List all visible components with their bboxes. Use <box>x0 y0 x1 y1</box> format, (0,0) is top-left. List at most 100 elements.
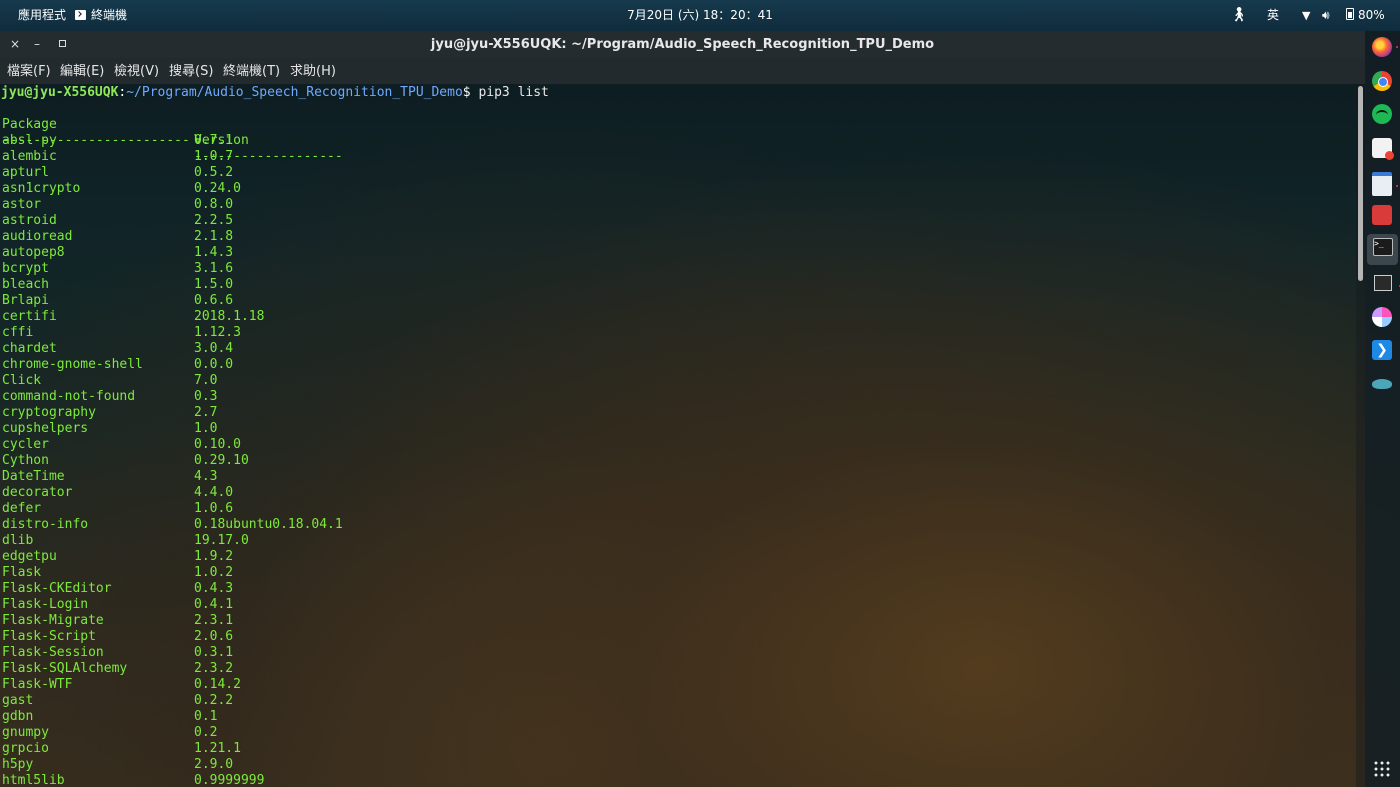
package-version: 4.3 <box>194 469 218 484</box>
package-version: 7.0 <box>194 373 218 388</box>
chrome-icon[interactable] <box>1372 71 1392 91</box>
package-name: astor <box>2 197 42 212</box>
package-version: 1.0.7 <box>194 149 234 164</box>
package-name: grpcio <box>2 741 49 756</box>
prompt-line: jyu@jyu-X556UQK:~/Program/Audio_Speech_R… <box>1 85 549 101</box>
package-name: cupshelpers <box>2 421 89 436</box>
package-version: 0.2 <box>194 725 218 740</box>
package-name: Flask-Migrate <box>2 613 104 628</box>
menu-help[interactable]: 求助(H) <box>290 58 336 85</box>
battery-indicator[interactable]: 80% <box>1346 0 1385 31</box>
package-name: Flask-Session <box>2 645 104 660</box>
table-header: Package Version <box>1 101 249 148</box>
menu-edit[interactable]: 編輯(E) <box>60 58 104 85</box>
package-version: 0.29.10 <box>194 453 249 468</box>
menu-view[interactable]: 檢視(V) <box>114 58 159 85</box>
toolbox-icon[interactable] <box>1372 205 1392 225</box>
running-indicator <box>1396 46 1398 48</box>
package-version: 3.1.6 <box>194 261 234 276</box>
firefox-icon[interactable] <box>1372 37 1398 57</box>
package-name: cffi <box>2 325 34 340</box>
top-panel: 應用程式 終端機 7月20日 (六) 18：20：41 🚶︎ 英 ▼ 🔊︎ 80… <box>0 0 1400 31</box>
package-version: 2.2.5 <box>194 213 234 228</box>
app-grid-icon[interactable] <box>1373 760 1391 778</box>
package-version: 0.1 <box>194 709 218 724</box>
terminal-scrollbar[interactable] <box>1356 84 1365 787</box>
files-icon[interactable] <box>1372 172 1398 196</box>
package-version: 1.5.0 <box>194 277 234 292</box>
prompt-path: ~/Program/Audio_Speech_Recognition_TPU_D… <box>126 85 463 100</box>
package-name: Flask-SQLAlchemy <box>2 661 128 676</box>
dock: >_ ❯ <box>1365 31 1400 787</box>
package-version: 3.0.4 <box>194 341 234 356</box>
terminal-output[interactable]: jyu@jyu-X556UQK:~/Program/Audio_Speech_R… <box>0 84 1356 787</box>
package-name: distro-info <box>2 517 89 532</box>
package-name: Cython <box>2 453 49 468</box>
package-version: 1.12.3 <box>194 325 241 340</box>
package-name: bleach <box>2 277 49 292</box>
vscode-icon[interactable]: ❯ <box>1372 340 1392 360</box>
battery-percent: 80% <box>1358 8 1385 22</box>
prompt-user: jyu@jyu-X556UQK <box>1 85 119 100</box>
package-version: 2.0.6 <box>194 629 234 644</box>
package-name: cycler <box>2 437 49 452</box>
software-center-icon[interactable] <box>1372 138 1394 160</box>
package-name: html5lib <box>2 773 65 787</box>
package-version: 0.9999999 <box>194 773 265 787</box>
package-name: defer <box>2 501 42 516</box>
package-name: decorator <box>2 485 73 500</box>
menu-terminal[interactable]: 終端機(T) <box>223 58 280 85</box>
package-version: 2018.1.18 <box>194 309 265 324</box>
package-version: 0.0.0 <box>194 357 234 372</box>
package-version: 0.10.0 <box>194 437 241 452</box>
package-name: chardet <box>2 341 57 356</box>
accessibility-icon[interactable]: 🚶︎ <box>1230 0 1248 31</box>
package-name: edgetpu <box>2 549 57 564</box>
menu-file[interactable]: 檔案(F) <box>7 58 51 85</box>
package-version: 0.14.2 <box>194 677 241 692</box>
package-name: astroid <box>2 213 57 228</box>
mysql-workbench-icon[interactable] <box>1372 373 1392 393</box>
volume-icon[interactable]: 🔊︎ <box>1322 0 1330 31</box>
window-titlebar[interactable]: × – jyu@jyu-X556UQK: ~/Program/Audio_Spe… <box>0 31 1365 58</box>
disks-icon[interactable] <box>1372 307 1392 327</box>
package-name: gdbn <box>2 709 34 724</box>
package-version: 0.4.3 <box>194 581 234 596</box>
wifi-icon[interactable]: ▼ <box>1302 0 1310 31</box>
package-version: 2.9.0 <box>194 757 234 772</box>
package-name: command-not-found <box>2 389 136 404</box>
package-name: absl-py <box>2 133 57 148</box>
spotify-icon[interactable] <box>1372 104 1392 124</box>
package-version: 1.0.2 <box>194 565 234 580</box>
package-name: Flask-Login <box>2 597 89 612</box>
package-version: 0.24.0 <box>194 181 241 196</box>
prompt-command: pip3 list <box>478 85 549 100</box>
input-method-indicator[interactable]: 英 <box>1267 0 1279 31</box>
package-version: 1.0 <box>194 421 218 436</box>
package-name: autopep8 <box>2 245 65 260</box>
table-separator: ------------------------ ---------------… <box>1 117 343 164</box>
package-version: 1.4.3 <box>194 245 234 260</box>
package-name: Flask <box>2 565 42 580</box>
terminal-icon[interactable]: >_ <box>1373 238 1393 256</box>
package-name: Flask-CKEditor <box>2 581 112 596</box>
menu-search[interactable]: 搜尋(S) <box>169 58 213 85</box>
package-name: asn1crypto <box>2 181 81 196</box>
scrollbar-thumb[interactable] <box>1358 86 1363 281</box>
package-version: 0.6.6 <box>194 293 234 308</box>
system-monitor-icon[interactable] <box>1374 275 1400 291</box>
running-indicator <box>1396 185 1398 187</box>
package-name: dlib <box>2 533 34 548</box>
package-name: bcrypt <box>2 261 49 276</box>
prompt-symbol: $ <box>462 85 479 100</box>
package-name: certifi <box>2 309 57 324</box>
package-name: Flask-WTF <box>2 677 73 692</box>
package-name: gnumpy <box>2 725 49 740</box>
clock[interactable]: 7月20日 (六) 18：20：41 <box>0 0 1400 31</box>
package-name: h5py <box>2 757 34 772</box>
package-version: 2.3.2 <box>194 661 234 676</box>
window-title: jyu@jyu-X556UQK: ~/Program/Audio_Speech_… <box>430 37 935 52</box>
package-version: 2.1.8 <box>194 229 234 244</box>
package-version: 2.3.1 <box>194 613 234 628</box>
package-version: 0.8.0 <box>194 197 234 212</box>
